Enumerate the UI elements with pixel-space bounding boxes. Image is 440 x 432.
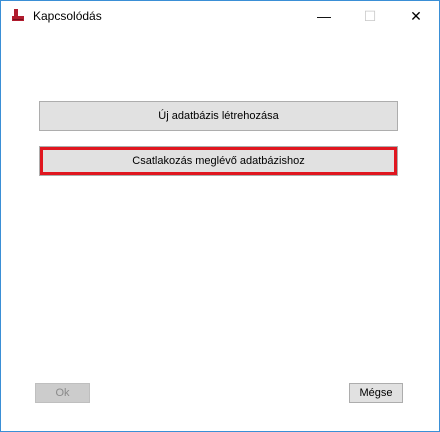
close-icon: ✕ bbox=[410, 7, 422, 24]
cancel-label: Mégse bbox=[359, 387, 393, 399]
maximize-icon: ☐ bbox=[363, 7, 377, 24]
connect-dialog-window: Kapcsolódás — ☐ ✕ Új adatbázis létrehozá… bbox=[0, 0, 440, 432]
minimize-icon: — bbox=[317, 8, 331, 24]
connect-existing-label: Csatlakozás meglévő adatbázishoz bbox=[132, 155, 305, 167]
title-bar[interactable]: Kapcsolódás — ☐ ✕ bbox=[1, 1, 439, 31]
ok-button[interactable]: Ok bbox=[35, 383, 90, 403]
ok-label: Ok bbox=[55, 387, 70, 399]
cancel-button[interactable]: Mégse bbox=[349, 383, 403, 403]
new-database-label: Új adatbázis létrehozása bbox=[158, 110, 279, 122]
new-database-button[interactable]: Új adatbázis létrehozása bbox=[39, 101, 398, 131]
connect-existing-database-button[interactable]: Csatlakozás meglévő adatbázishoz bbox=[39, 146, 398, 176]
close-button[interactable]: ✕ bbox=[393, 1, 439, 31]
minimize-button[interactable]: — bbox=[301, 1, 347, 31]
maximize-button[interactable]: ☐ bbox=[347, 1, 393, 31]
database-app-icon bbox=[11, 8, 25, 22]
window-title: Kapcsolódás bbox=[33, 9, 102, 23]
